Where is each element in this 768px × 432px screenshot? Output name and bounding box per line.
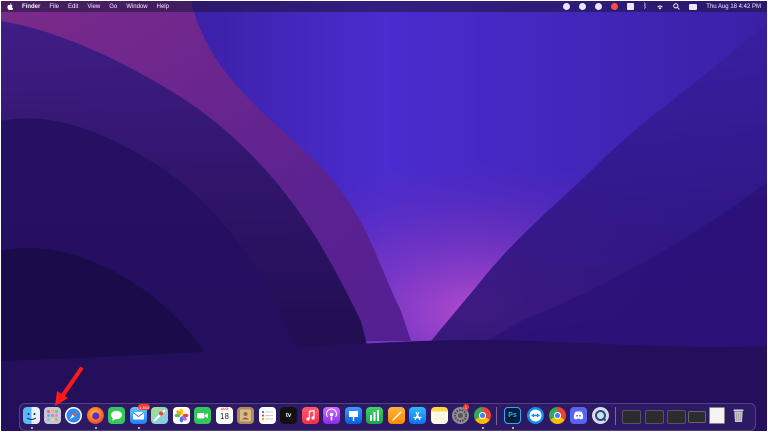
photos-icon[interactable] bbox=[173, 407, 190, 424]
running-indicator bbox=[138, 427, 140, 429]
firefox-icon[interactable] bbox=[87, 407, 104, 424]
menu-go[interactable]: Go bbox=[109, 4, 117, 10]
menu-app-name[interactable]: Finder bbox=[22, 4, 40, 10]
desktop: Finder File Edit View Go Window Help ᛒ T… bbox=[0, 0, 768, 432]
window-thumbnail-icon[interactable] bbox=[645, 410, 664, 424]
red-arrow-icon bbox=[55, 367, 83, 406]
maps-icon[interactable] bbox=[151, 407, 168, 424]
chrome-icon-2[interactable] bbox=[549, 407, 566, 424]
launchpad-icon[interactable] bbox=[44, 407, 61, 424]
tv-icon[interactable]: tv bbox=[280, 407, 297, 424]
running-indicator bbox=[31, 427, 33, 429]
teamviewer-icon[interactable] bbox=[527, 407, 544, 424]
running-indicator bbox=[95, 427, 97, 429]
facetime-icon[interactable] bbox=[194, 407, 211, 424]
photoshop-label: Ps bbox=[508, 412, 517, 419]
trash-icon[interactable] bbox=[730, 407, 747, 424]
numbers-icon[interactable] bbox=[366, 407, 383, 424]
bluetooth-icon[interactable]: ᛒ bbox=[643, 3, 647, 10]
running-indicator bbox=[482, 427, 484, 429]
tv-label: tv bbox=[285, 412, 292, 419]
clock[interactable]: Thu Aug 18 4:42 PM bbox=[706, 4, 761, 10]
discord-icon[interactable] bbox=[570, 407, 587, 424]
music-icon[interactable] bbox=[302, 407, 319, 424]
apple-menu-icon[interactable] bbox=[7, 3, 13, 10]
menu-window[interactable]: Window bbox=[126, 4, 147, 10]
reminders-icon[interactable] bbox=[259, 407, 276, 424]
screen-capture-icon[interactable] bbox=[563, 3, 571, 10]
circle-icon[interactable] bbox=[579, 3, 587, 10]
window-thumbnail-icon[interactable] bbox=[709, 407, 725, 424]
menu-edit[interactable]: Edit bbox=[68, 4, 78, 10]
app-status-icon[interactable] bbox=[595, 3, 603, 10]
wifi-icon[interactable] bbox=[656, 4, 664, 10]
calendar-day: 18 bbox=[220, 412, 229, 421]
search-icon[interactable] bbox=[673, 3, 681, 10]
control-center-icon[interactable] bbox=[689, 3, 698, 10]
safari-icon[interactable] bbox=[65, 407, 82, 424]
finder-icon[interactable] bbox=[23, 407, 40, 424]
calendar-icon[interactable]: AUG 18 bbox=[216, 407, 233, 424]
menu-help[interactable]: Help bbox=[157, 4, 169, 10]
contacts-icon[interactable] bbox=[237, 407, 254, 424]
menu-view[interactable]: View bbox=[87, 4, 100, 10]
window-thumbnail-icon[interactable] bbox=[667, 410, 686, 424]
podcasts-icon[interactable] bbox=[323, 407, 340, 424]
system-preferences-badge: 1 bbox=[463, 404, 469, 410]
messages-icon[interactable] bbox=[108, 407, 125, 424]
quicktime-icon[interactable] bbox=[592, 407, 609, 424]
menu-file[interactable]: File bbox=[49, 4, 59, 10]
chrome-icon[interactable] bbox=[474, 407, 491, 424]
vpn-icon[interactable] bbox=[611, 3, 619, 10]
dock-separator bbox=[615, 407, 616, 425]
menu-bar: Finder File Edit View Go Window Help ᛒ T… bbox=[1, 1, 767, 12]
clipboard-icon[interactable] bbox=[627, 3, 635, 10]
app-store-icon[interactable] bbox=[409, 407, 426, 424]
mail-badge: 1,464 bbox=[138, 404, 151, 410]
keynote-icon[interactable] bbox=[345, 407, 362, 424]
notes-icon[interactable] bbox=[431, 407, 448, 424]
photoshop-icon[interactable]: Ps bbox=[504, 407, 521, 424]
wallpaper bbox=[1, 1, 767, 431]
dock-separator bbox=[496, 407, 497, 425]
window-thumbnail-icon[interactable] bbox=[688, 411, 706, 423]
running-indicator bbox=[512, 427, 514, 429]
pages-icon[interactable] bbox=[388, 407, 405, 424]
window-thumbnail-icon[interactable] bbox=[622, 410, 641, 424]
